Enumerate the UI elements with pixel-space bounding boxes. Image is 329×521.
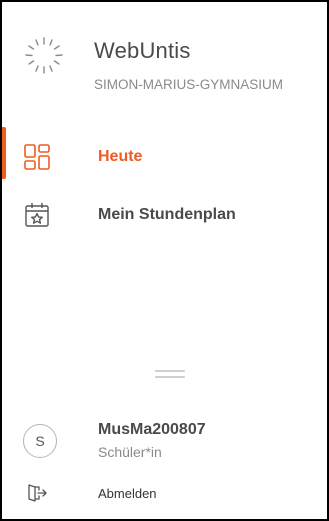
- nav-item-label: Mein Stundenplan: [98, 206, 236, 223]
- nav-item-heute[interactable]: Heute: [2, 127, 327, 181]
- nav-item-label: Heute: [98, 148, 143, 165]
- nav-item-mein-stundenplan[interactable]: Mein Stundenplan: [2, 193, 327, 239]
- handle-line: [155, 376, 185, 378]
- app-title: WebUntis: [94, 38, 191, 63]
- school-name: SIMON-MARIUS-GYMNASIUM: [94, 77, 283, 92]
- resize-handle[interactable]: [155, 370, 185, 380]
- brand-header: WebUntis SIMON-MARIUS-GYMNASIUM: [22, 30, 322, 100]
- calendar-star-icon: [25, 203, 49, 227]
- logout-label: Abmelden: [98, 486, 157, 501]
- sidebar: WebUntis SIMON-MARIUS-GYMNASIUM Heute Me: [0, 0, 329, 521]
- avatar[interactable]: S: [23, 424, 57, 458]
- dashboard-grid-icon: [24, 144, 50, 170]
- active-indicator: [2, 127, 6, 179]
- handle-line: [155, 370, 185, 372]
- logout-button[interactable]: Abmelden: [2, 476, 202, 510]
- webuntis-logo-icon: [25, 37, 63, 74]
- logout-door-icon: [28, 484, 47, 502]
- user-role: Schüler*in: [98, 444, 162, 460]
- user-name: MusMa200807: [98, 421, 206, 438]
